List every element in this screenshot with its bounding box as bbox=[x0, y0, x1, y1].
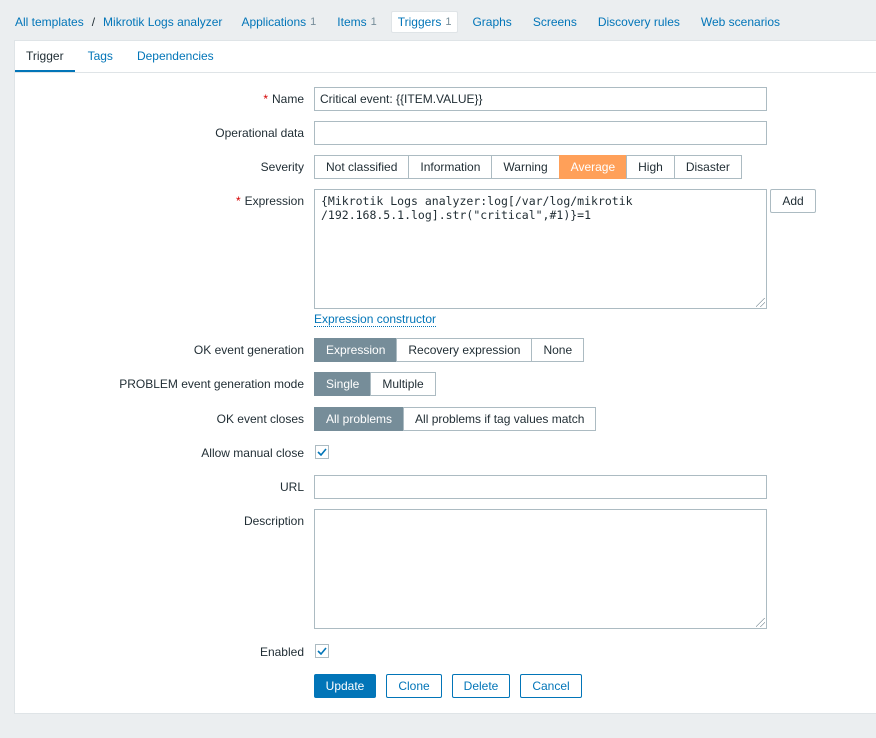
ok-closes-all-problems[interactable]: All problems bbox=[314, 407, 405, 431]
ok-event-closes-selector: All problems All problems if tag values … bbox=[314, 407, 597, 431]
nav-tab-count: 1 bbox=[445, 16, 452, 28]
manual-close-checkbox[interactable] bbox=[315, 445, 329, 459]
nav-tab-count: 1 bbox=[370, 16, 377, 28]
severity-disaster[interactable]: Disaster bbox=[673, 155, 742, 179]
form-subtabs: Trigger Tags Dependencies bbox=[15, 41, 876, 73]
ok-gen-expression[interactable]: Expression bbox=[314, 338, 398, 362]
nav-tab-label: Applications bbox=[241, 15, 307, 29]
enabled-checkbox[interactable] bbox=[315, 644, 329, 658]
expression-constructor-link[interactable]: Expression constructor bbox=[314, 313, 437, 327]
nav-tab-label: Screens bbox=[532, 15, 577, 29]
nav-tab-count: 1 bbox=[310, 16, 317, 28]
name-label-text: Name bbox=[271, 92, 304, 106]
nav-tab-label: Items bbox=[337, 15, 367, 29]
cancel-button[interactable]: Cancel bbox=[520, 674, 582, 698]
subtab-tags[interactable]: Tags bbox=[77, 41, 124, 72]
checkmark-icon bbox=[317, 448, 327, 456]
required-marker: * bbox=[235, 194, 241, 208]
problem-mode-multiple[interactable]: Multiple bbox=[370, 372, 436, 396]
nav-tab-label: Web scenarios bbox=[700, 15, 781, 29]
ok-gen-none[interactable]: None bbox=[531, 338, 585, 362]
severity-selector: Not classified Information Warning Avera… bbox=[314, 155, 742, 179]
severity-information[interactable]: Information bbox=[408, 155, 493, 179]
expression-textarea[interactable]: {Mikrotik Logs analyzer:log[/var/log/mik… bbox=[314, 189, 767, 309]
problem-mode-label: PROBLEM event generation mode bbox=[119, 377, 304, 391]
subtab-dependencies[interactable]: Dependencies bbox=[126, 41, 225, 72]
clone-button[interactable]: Clone bbox=[386, 674, 442, 698]
description-label: Description bbox=[243, 514, 304, 528]
problem-mode-selector: Single Multiple bbox=[314, 372, 436, 396]
nav-tab-label: Graphs bbox=[472, 15, 512, 29]
severity-high[interactable]: High bbox=[626, 155, 675, 179]
operational-data-label: Operational data bbox=[215, 126, 304, 140]
delete-button[interactable]: Delete bbox=[452, 674, 510, 698]
breadcrumb-separator: / bbox=[91, 15, 96, 29]
nav-tab-screens[interactable]: Screens bbox=[526, 11, 584, 33]
nav-tab-label: Triggers bbox=[397, 15, 442, 29]
nav-tab-label: Discovery rules bbox=[597, 15, 680, 29]
expression-label: * Expression bbox=[236, 194, 304, 208]
nav-tab-web-scenarios[interactable]: Web scenarios bbox=[694, 11, 787, 33]
nav-tab-graphs[interactable]: Graphs bbox=[465, 11, 518, 33]
breadcrumb-all-templates[interactable]: All templates bbox=[15, 15, 84, 29]
nav-tab-applications[interactable]: Applications 1 bbox=[234, 11, 323, 33]
ok-event-generation-selector: Expression Recovery expression None bbox=[314, 338, 585, 362]
checkmark-icon bbox=[317, 647, 327, 655]
add-expression-button[interactable]: Add bbox=[770, 189, 816, 213]
update-button[interactable]: Update bbox=[314, 674, 376, 698]
ok-event-generation-label: OK event generation bbox=[193, 343, 304, 357]
enabled-label: Enabled bbox=[259, 645, 304, 659]
name-label: * Name bbox=[263, 92, 304, 106]
name-input[interactable]: Critical event: {{ITEM.VALUE}} bbox=[314, 87, 767, 111]
description-textarea[interactable] bbox=[314, 509, 767, 629]
url-label: URL bbox=[279, 480, 304, 494]
operational-data-input[interactable] bbox=[314, 121, 767, 145]
problem-mode-single[interactable]: Single bbox=[314, 372, 372, 396]
subtab-trigger[interactable]: Trigger bbox=[15, 41, 75, 72]
ok-closes-tag-match[interactable]: All problems if tag values match bbox=[403, 407, 597, 431]
nav-tab-triggers[interactable]: Triggers 1 bbox=[390, 11, 459, 33]
manual-close-label: Allow manual close bbox=[201, 446, 304, 460]
nav-tab-discovery-rules[interactable]: Discovery rules bbox=[591, 11, 687, 33]
expression-label-text: Expression bbox=[244, 194, 304, 208]
nav-tab-items[interactable]: Items 1 bbox=[330, 11, 383, 33]
top-navigation: All templates / Mikrotik Logs analyzer A… bbox=[15, 9, 787, 35]
breadcrumb-template-name[interactable]: Mikrotik Logs analyzer bbox=[103, 15, 222, 29]
severity-label: Severity bbox=[260, 160, 304, 174]
ok-gen-recovery-expression[interactable]: Recovery expression bbox=[396, 338, 533, 362]
severity-warning[interactable]: Warning bbox=[491, 155, 560, 179]
required-marker: * bbox=[263, 92, 268, 106]
resize-handle-icon[interactable] bbox=[756, 618, 765, 627]
ok-event-closes-label: OK event closes bbox=[216, 412, 304, 426]
url-input[interactable] bbox=[314, 475, 767, 499]
severity-average[interactable]: Average bbox=[558, 155, 628, 179]
expression-text: {Mikrotik Logs analyzer:log[/var/log/mik… bbox=[321, 194, 633, 222]
resize-handle-icon[interactable] bbox=[756, 298, 765, 307]
severity-not-classified[interactable]: Not classified bbox=[314, 155, 410, 179]
